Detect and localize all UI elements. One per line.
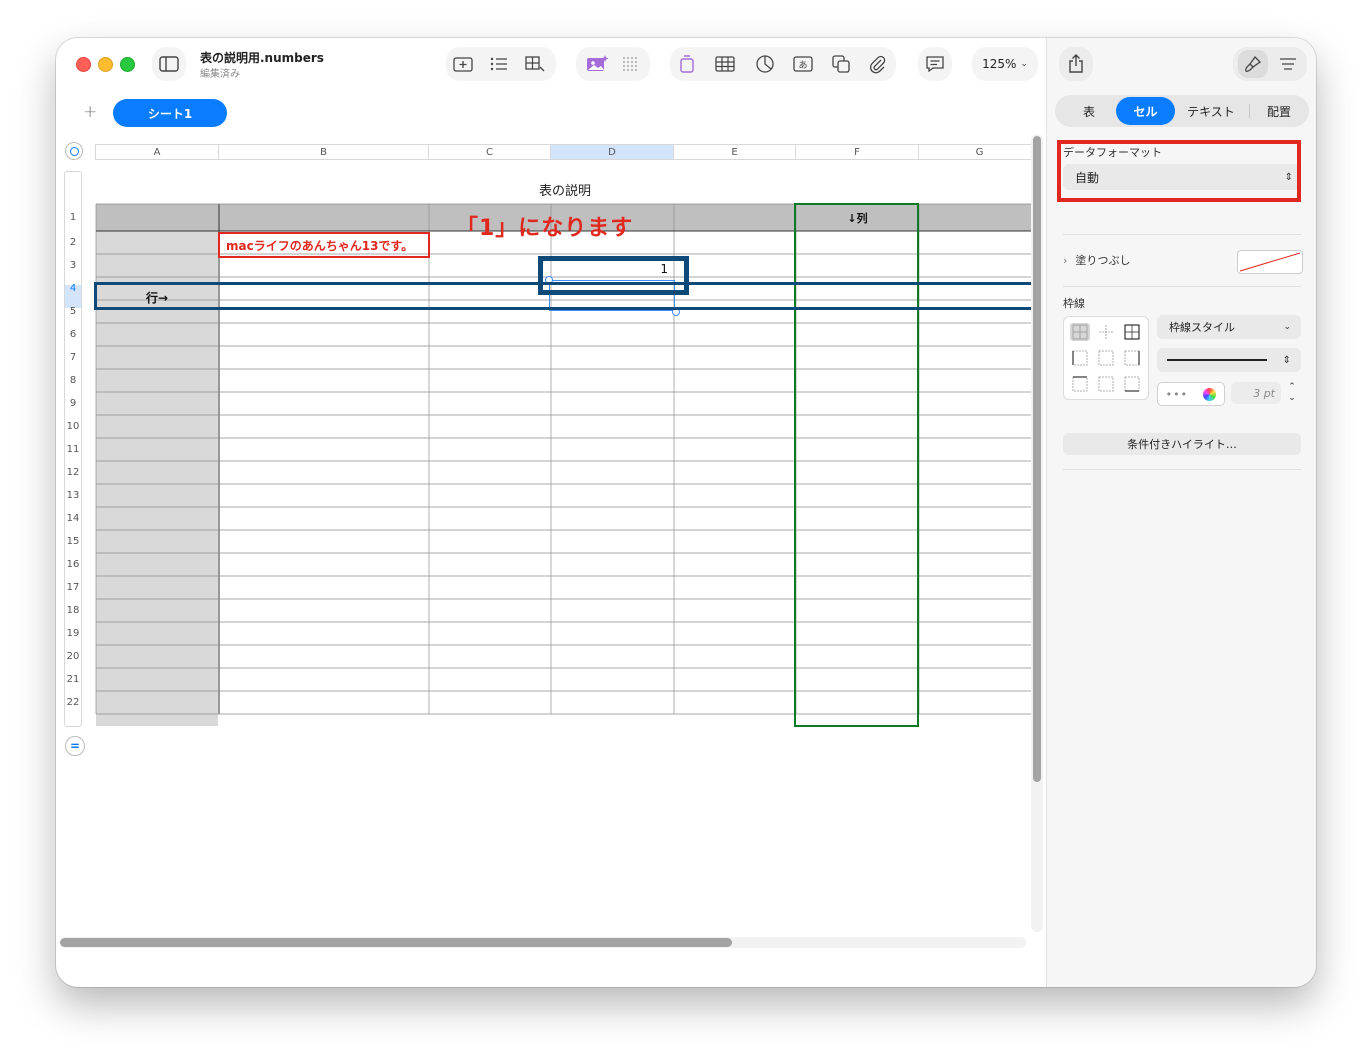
numbers-window: 表の説明用.numbers 編集済み あ 125% ⌄ + シート1 A B C… (56, 38, 1316, 987)
author-label-text: macライフのあんちゃん13です。 (226, 238, 414, 253)
divider-2 (1063, 286, 1301, 287)
chevron-right-icon: › (1063, 253, 1068, 267)
border-style-popup[interactable]: 枠線スタイル ⌄ (1157, 315, 1301, 339)
row-header-22[interactable]: 22 (64, 697, 82, 708)
row-header-11[interactable]: 11 (64, 444, 82, 455)
organize-button[interactable] (1275, 52, 1301, 76)
fill-label: 塗りつぶし (1075, 254, 1131, 267)
row-header-13[interactable]: 13 (64, 490, 82, 501)
value-callout-text: 「1」になります (456, 216, 634, 241)
no-fill-icon (1239, 252, 1301, 272)
lines-icon (1280, 58, 1296, 70)
row-header-1[interactable]: 1 (64, 212, 82, 223)
line-style-popup[interactable]: ⇕ (1157, 348, 1301, 372)
border-grid-selector[interactable] (1063, 316, 1149, 400)
row-header-20[interactable]: 20 (64, 651, 82, 662)
row-header-16[interactable]: 16 (64, 559, 82, 570)
row-header-4[interactable]: 4 (64, 283, 82, 294)
border-color-well[interactable]: ••• (1157, 382, 1225, 406)
inspector-tab-arrange[interactable]: 配置 (1251, 97, 1307, 125)
format-brush-button[interactable] (1238, 50, 1268, 78)
row-header-6[interactable]: 6 (64, 329, 82, 340)
row-header-14[interactable]: 14 (64, 513, 82, 524)
vertical-scroll-thumb[interactable] (1033, 136, 1041, 782)
fill-disclosure[interactable]: › 塗りつぶし (1063, 252, 1131, 268)
row-header-19[interactable]: 19 (64, 628, 82, 639)
add-row-button[interactable]: = (65, 736, 85, 756)
row-header-9[interactable]: 9 (64, 398, 82, 409)
row-header-10[interactable]: 10 (64, 421, 82, 432)
chevron-down-icon: ⌄ (1288, 393, 1296, 403)
row-header-8[interactable]: 8 (64, 375, 82, 386)
inspector-tab-cell[interactable]: セル (1116, 97, 1175, 125)
fill-color-well[interactable] (1237, 250, 1303, 274)
row-header-7[interactable]: 7 (64, 352, 82, 363)
share-button[interactable] (1059, 47, 1093, 81)
row-header-5[interactable]: 5 (64, 306, 82, 317)
inspector-tab-text[interactable]: テキスト (1177, 97, 1245, 125)
border-style-value: 枠線スタイル (1169, 321, 1235, 334)
row-header-3[interactable]: 3 (64, 260, 82, 271)
more-dots-icon: ••• (1165, 387, 1189, 401)
border-label: 枠線 (1063, 297, 1085, 310)
row-header-12[interactable]: 12 (64, 467, 82, 478)
row-header-17[interactable]: 17 (64, 582, 82, 593)
data-format-highlight-box (1057, 140, 1301, 202)
value-highlight-box (538, 256, 689, 295)
equals-icon: = (69, 739, 81, 753)
tab-divider (1249, 104, 1250, 118)
share-icon (1069, 54, 1083, 73)
conditional-highlight-button[interactable]: 条件付きハイライト… (1063, 433, 1301, 455)
line-style-preview (1167, 359, 1267, 361)
divider-1 (1063, 234, 1301, 235)
border-width-stepper[interactable]: ⌃ ⌄ (1285, 380, 1299, 406)
updown-chevron-icon: ⇕ (1282, 354, 1291, 366)
format-inspector: 表 セル テキスト 配置 データフォーマット 自動 ⇕ › 塗りつぶし 枠線 枠… (1046, 38, 1316, 987)
conditional-highlight-label: 条件付きハイライト… (1127, 438, 1237, 451)
chevron-down-icon: ⌄ (1283, 322, 1291, 332)
divider-3 (1063, 469, 1301, 470)
author-label-box: macライフのあんちゃん13です。 (218, 232, 430, 258)
inspector-tab-table[interactable]: 表 (1059, 97, 1119, 125)
border-width-field[interactable]: 3 pt (1231, 382, 1281, 404)
row-header-21[interactable]: 21 (64, 674, 82, 685)
horizontal-scroll-thumb[interactable] (60, 938, 732, 947)
row-header-2[interactable]: 2 (64, 237, 82, 248)
border-width-value: 3 pt (1253, 386, 1275, 400)
row-header-15[interactable]: 15 (64, 536, 82, 547)
row-header-18[interactable]: 18 (64, 605, 82, 616)
color-wheel-icon[interactable] (1203, 387, 1217, 401)
chevron-up-icon: ⌃ (1288, 382, 1296, 392)
paintbrush-icon (1245, 55, 1262, 72)
